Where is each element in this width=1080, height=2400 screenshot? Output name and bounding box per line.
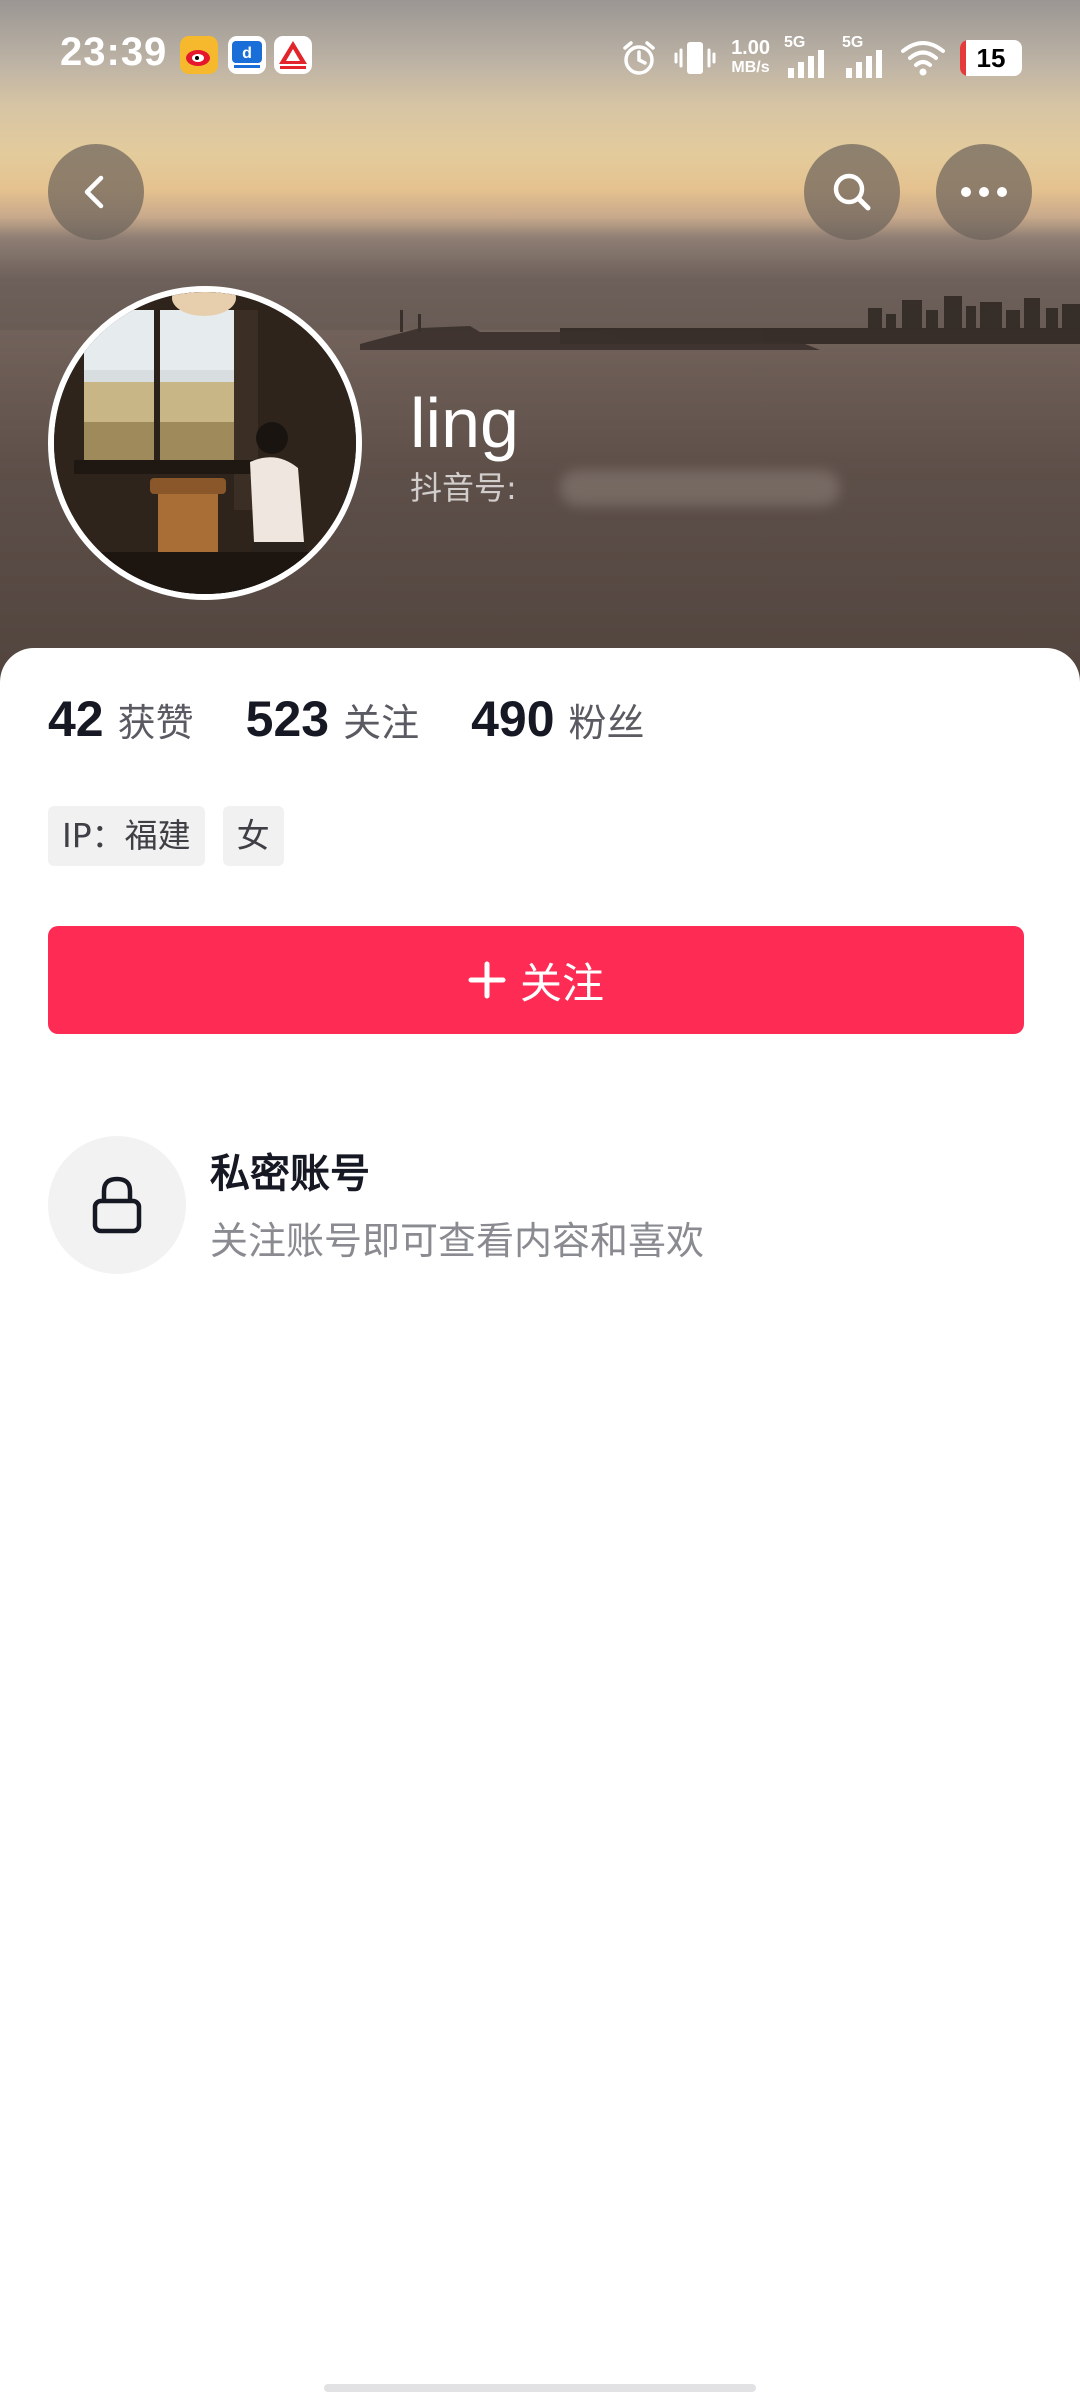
stat-following-value: 523 bbox=[245, 691, 330, 747]
cell-signal-icon bbox=[788, 50, 824, 78]
ip-location-tag: IP：福建 bbox=[48, 806, 205, 866]
vibrate-icon bbox=[674, 42, 716, 74]
private-account-title: 私密账号 bbox=[210, 1151, 370, 1197]
stat-followers-value: 490 bbox=[471, 691, 555, 747]
status-indicators: 1.00 MB/s 5G 5G 15 bbox=[619, 30, 1022, 86]
lock-icon bbox=[92, 1176, 142, 1234]
plus-icon bbox=[468, 961, 506, 999]
avatar-image bbox=[54, 292, 356, 594]
private-account-description: 关注账号即可查看内容和喜欢 bbox=[210, 1219, 705, 1263]
profile-stats: 42 获赞 523 关注 490 粉丝 bbox=[48, 690, 645, 760]
stat-likes-value: 42 bbox=[48, 691, 104, 747]
cell-signal-icon bbox=[846, 50, 882, 78]
stat-followers-label: 粉丝 bbox=[568, 701, 645, 745]
signal-1: 5G bbox=[784, 34, 828, 80]
chevron-left-icon bbox=[84, 175, 104, 209]
follow-button-label: 关注 bbox=[519, 958, 604, 1008]
status-time: 23:39 bbox=[60, 30, 168, 74]
battery-indicator: 15 bbox=[960, 40, 1022, 76]
stat-likes-label: 获赞 bbox=[117, 701, 194, 745]
username: ling bbox=[410, 384, 519, 462]
more-icon bbox=[961, 187, 1007, 197]
stat-following[interactable]: 523 关注 bbox=[246, 690, 419, 748]
weibo-icon bbox=[180, 36, 218, 74]
search-button[interactable] bbox=[804, 144, 900, 240]
avatar[interactable] bbox=[48, 286, 362, 600]
douyin-id-label: 抖音号: bbox=[410, 469, 517, 507]
back-button[interactable] bbox=[48, 144, 144, 240]
news-app-icon: d bbox=[228, 36, 266, 74]
more-button[interactable] bbox=[936, 144, 1032, 240]
douyin-id-redacted bbox=[560, 470, 840, 506]
signal-2: 5G bbox=[842, 34, 886, 80]
wifi-icon bbox=[901, 41, 945, 76]
stat-followers[interactable]: 490 粉丝 bbox=[471, 690, 644, 748]
stat-likes[interactable]: 42 获赞 bbox=[48, 690, 194, 748]
status-bar: 23:39 d 1.00 MB/s 5G 5G 15 bbox=[0, 0, 1080, 116]
private-account-icon-wrap bbox=[48, 1136, 186, 1274]
home-indicator[interactable] bbox=[324, 2384, 756, 2392]
alarm-icon bbox=[623, 41, 655, 75]
profile-content-sheet bbox=[0, 648, 1080, 2400]
stat-following-label: 关注 bbox=[343, 701, 420, 745]
profile-tags: IP：福建 女 bbox=[48, 806, 284, 866]
svg-text:d: d bbox=[242, 45, 252, 62]
search-icon bbox=[833, 173, 871, 211]
follow-button[interactable]: 关注 bbox=[48, 926, 1024, 1034]
gender-tag: 女 bbox=[222, 806, 284, 866]
red-app-icon bbox=[274, 36, 312, 74]
network-speed: 1.00 MB/s bbox=[731, 37, 770, 76]
